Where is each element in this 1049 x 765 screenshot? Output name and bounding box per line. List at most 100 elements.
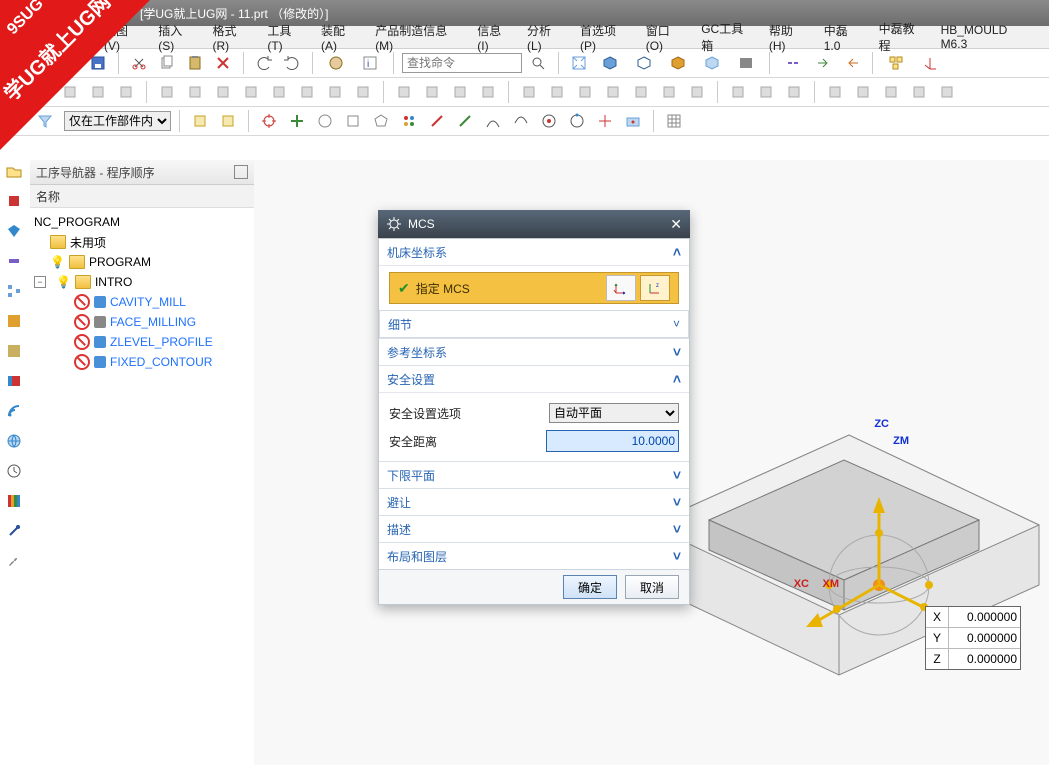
dialog-titlebar[interactable]: MCS ✕ (378, 210, 690, 238)
see-through-button[interactable] (697, 51, 727, 75)
leftstrip-wrench[interactable] (3, 550, 25, 572)
tb2-zd[interactable] (907, 80, 931, 104)
coord-row-x[interactable]: X0.000000 (926, 607, 1020, 628)
object-display-button[interactable] (321, 51, 351, 75)
group-machine-csys[interactable]: 机床坐标系 ˄ (379, 239, 689, 265)
sel-a[interactable] (188, 109, 212, 133)
leftstrip-draft[interactable] (3, 340, 25, 362)
menu-tools[interactable]: 工具(T) (267, 22, 305, 53)
tb2-f[interactable] (183, 80, 207, 104)
menu-insert[interactable]: 插入(S) (158, 22, 196, 53)
tb2-z[interactable] (782, 80, 806, 104)
menu-analysis[interactable]: 分析(L) (527, 22, 564, 53)
tree-intro[interactable]: − 💡 INTRO (34, 272, 250, 292)
menu-prefs[interactable]: 首选项(P) (580, 22, 630, 53)
delete-button[interactable] (211, 51, 235, 75)
sel-b[interactable] (216, 109, 240, 133)
leftstrip-rss[interactable] (3, 400, 25, 422)
csys-dialog-button[interactable] (606, 275, 636, 301)
menu-window[interactable]: 窗口(O) (646, 22, 686, 53)
pin-icon[interactable] (234, 165, 248, 179)
sel-h[interactable] (397, 109, 421, 133)
close-icon[interactable]: ✕ (670, 216, 682, 233)
new-button[interactable] (30, 51, 54, 75)
ok-button[interactable]: 确定 (563, 575, 617, 599)
leftstrip-book[interactable] (3, 370, 25, 392)
sel-n[interactable] (565, 109, 589, 133)
assembly-nav-button[interactable] (881, 51, 911, 75)
tb2-r[interactable] (545, 80, 569, 104)
menu-format[interactable]: 格式(R) (212, 22, 251, 53)
leftstrip-sheet[interactable] (3, 310, 25, 332)
sel-l[interactable] (509, 109, 533, 133)
menu-gctoolbox[interactable]: GC工具箱 (701, 20, 753, 54)
csys-manipulator-button[interactable]: z (640, 275, 670, 301)
sel-c[interactable] (257, 109, 281, 133)
info-button[interactable]: i (355, 51, 385, 75)
leftstrip-geometry[interactable] (3, 220, 25, 242)
tree-unused[interactable]: 未用项 (34, 232, 250, 252)
sel-g[interactable] (369, 109, 393, 133)
arrow-in-button[interactable] (812, 51, 836, 75)
sel-p[interactable] (621, 109, 645, 133)
sel-o[interactable] (593, 109, 617, 133)
tree-op-fixed-contour[interactable]: FIXED_CONTOUR (34, 352, 250, 372)
tb2-s[interactable] (573, 80, 597, 104)
menu-info[interactable]: 信息(I) (477, 22, 511, 53)
menu-zl-tutorial[interactable]: 中磊教程 (879, 20, 925, 54)
group-description[interactable]: 描述 ˅ (379, 515, 689, 542)
coordinate-readout[interactable]: X0.000000 Y0.000000 Z0.000000 (925, 606, 1021, 670)
tb2-y[interactable] (754, 80, 778, 104)
leftstrip-machine[interactable] (3, 190, 25, 212)
search-input[interactable] (402, 53, 522, 73)
tree-op-cavity-mill[interactable]: CAVITY_MILL (34, 292, 250, 312)
sel-d[interactable] (285, 109, 309, 133)
coord-row-z[interactable]: Z0.000000 (926, 649, 1020, 669)
navigator-titlebar[interactable]: 工序导航器 - 程序顺序 (30, 160, 254, 185)
tb2-p[interactable] (476, 80, 500, 104)
leftstrip-clock[interactable] (3, 460, 25, 482)
tb2-t[interactable] (601, 80, 625, 104)
sel-f[interactable] (341, 109, 365, 133)
cancel-button[interactable]: 取消 (625, 575, 679, 599)
tb2-o[interactable] (448, 80, 472, 104)
filter-type-button[interactable] (30, 109, 60, 133)
group-avoidance[interactable]: 避让 ˅ (379, 488, 689, 515)
menu-view[interactable]: 视图(V) (104, 22, 142, 53)
tb2-v[interactable] (657, 80, 681, 104)
tb2-a[interactable] (30, 80, 54, 104)
copy-button[interactable] (155, 51, 179, 75)
menubar[interactable]: 视图(V) 插入(S) 格式(R) 工具(T) 装配(A) 产品制造信息(M) … (0, 26, 1049, 49)
tb2-u[interactable] (629, 80, 653, 104)
redo-button[interactable] (280, 51, 304, 75)
undo-button[interactable] (252, 51, 276, 75)
sel-i[interactable] (425, 109, 449, 133)
tb2-k[interactable] (323, 80, 347, 104)
program-tree[interactable]: NC_PROGRAM 未用项 💡 PROGRAM − 💡 INTRO CAVIT… (30, 208, 254, 376)
tb2-c[interactable] (86, 80, 110, 104)
menu-assembly[interactable]: 装配(A) (321, 22, 359, 53)
tb2-m[interactable] (392, 80, 416, 104)
style-button[interactable] (731, 51, 761, 75)
sel-e[interactable] (313, 109, 337, 133)
tree-op-zlevel-profile[interactable]: ZLEVEL_PROFILE (34, 332, 250, 352)
tb2-za[interactable] (823, 80, 847, 104)
leftstrip-rainbow[interactable] (3, 490, 25, 512)
tb2-x[interactable] (726, 80, 750, 104)
save-button[interactable] (86, 51, 110, 75)
tb2-i[interactable] (267, 80, 291, 104)
menu-hbmould[interactable]: HB_MOULD M6.3 (941, 23, 1033, 51)
scope-select[interactable]: 仅在工作部件内 (64, 111, 171, 131)
specify-mcs-row[interactable]: ✔ 指定 MCS z (389, 272, 679, 304)
tree-program[interactable]: 💡 PROGRAM (34, 252, 250, 272)
tb2-j[interactable] (295, 80, 319, 104)
group-layout-layer[interactable]: 布局和图层 ˅ (379, 542, 689, 569)
group-lower-plane[interactable]: 下限平面 ˅ (379, 461, 689, 488)
tb2-l[interactable] (351, 80, 375, 104)
tb2-d[interactable] (114, 80, 138, 104)
mcs-dialog[interactable]: MCS ✕ 机床坐标系 ˄ ✔ 指定 MCS z 细节 ˅ (378, 210, 690, 605)
coord-row-y[interactable]: Y0.000000 (926, 628, 1020, 649)
sel-j[interactable] (453, 109, 477, 133)
trueshade-button[interactable] (663, 51, 693, 75)
leftstrip-globe[interactable] (3, 430, 25, 452)
